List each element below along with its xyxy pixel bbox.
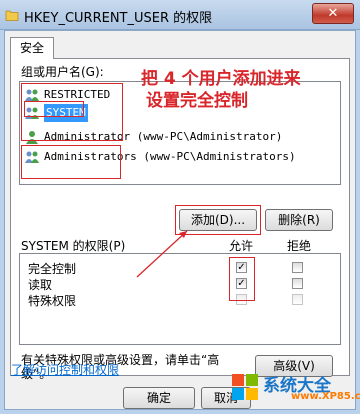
annotation-text: 把 4 个用户添加进来 <box>141 69 301 89</box>
permission-name: 读取 <box>28 278 53 292</box>
permission-name: 特殊权限 <box>28 294 77 308</box>
highlight-box <box>24 101 84 117</box>
close-button[interactable]: ✕ <box>312 3 354 24</box>
window-title: HKEY_CURRENT_USER 的权限 <box>24 11 213 26</box>
remove-button[interactable]: 删除(R) <box>265 209 333 231</box>
highlight-box <box>21 145 121 179</box>
allow-column-header: 允许 <box>229 239 254 253</box>
folder-icon <box>5 10 19 21</box>
annotation-text: 设置完全控制 <box>146 91 248 111</box>
deny-column-header: 拒绝 <box>287 239 312 253</box>
tab-security[interactable]: 安全 <box>10 37 54 59</box>
close-icon: ✕ <box>327 6 339 21</box>
deny-checkbox[interactable] <box>292 278 303 289</box>
tab-security-label: 安全 <box>19 41 44 55</box>
help-link[interactable]: 了解访问控制和权限 <box>11 361 119 378</box>
highlight-box <box>229 257 255 301</box>
title-bar: HKEY_CURRENT_USER 的权限 ✕ <box>0 0 360 30</box>
permission-name: 完全控制 <box>28 262 77 276</box>
windows-logo-icon <box>232 374 258 400</box>
security-panel: 组或用户名(G): RESTRICTED SYSTEM Administrato… <box>10 58 350 381</box>
deny-checkbox[interactable] <box>292 262 303 273</box>
groups-label: 组或用户名(G): <box>21 65 104 79</box>
permission-row: 特殊权限 <box>20 292 340 308</box>
watermark: 系统大全 www.XP85.com <box>231 371 360 405</box>
annotation-arrow <box>136 230 188 278</box>
ok-button[interactable]: 确定 <box>123 387 195 409</box>
dialog-body: 安全 组或用户名(G): RESTRICTED SYSTEM Administr… <box>4 30 360 410</box>
deny-checkbox <box>292 294 303 305</box>
watermark-url: www.XP85.com <box>291 391 360 402</box>
permissions-label: SYSTEM 的权限(P) <box>21 239 126 253</box>
